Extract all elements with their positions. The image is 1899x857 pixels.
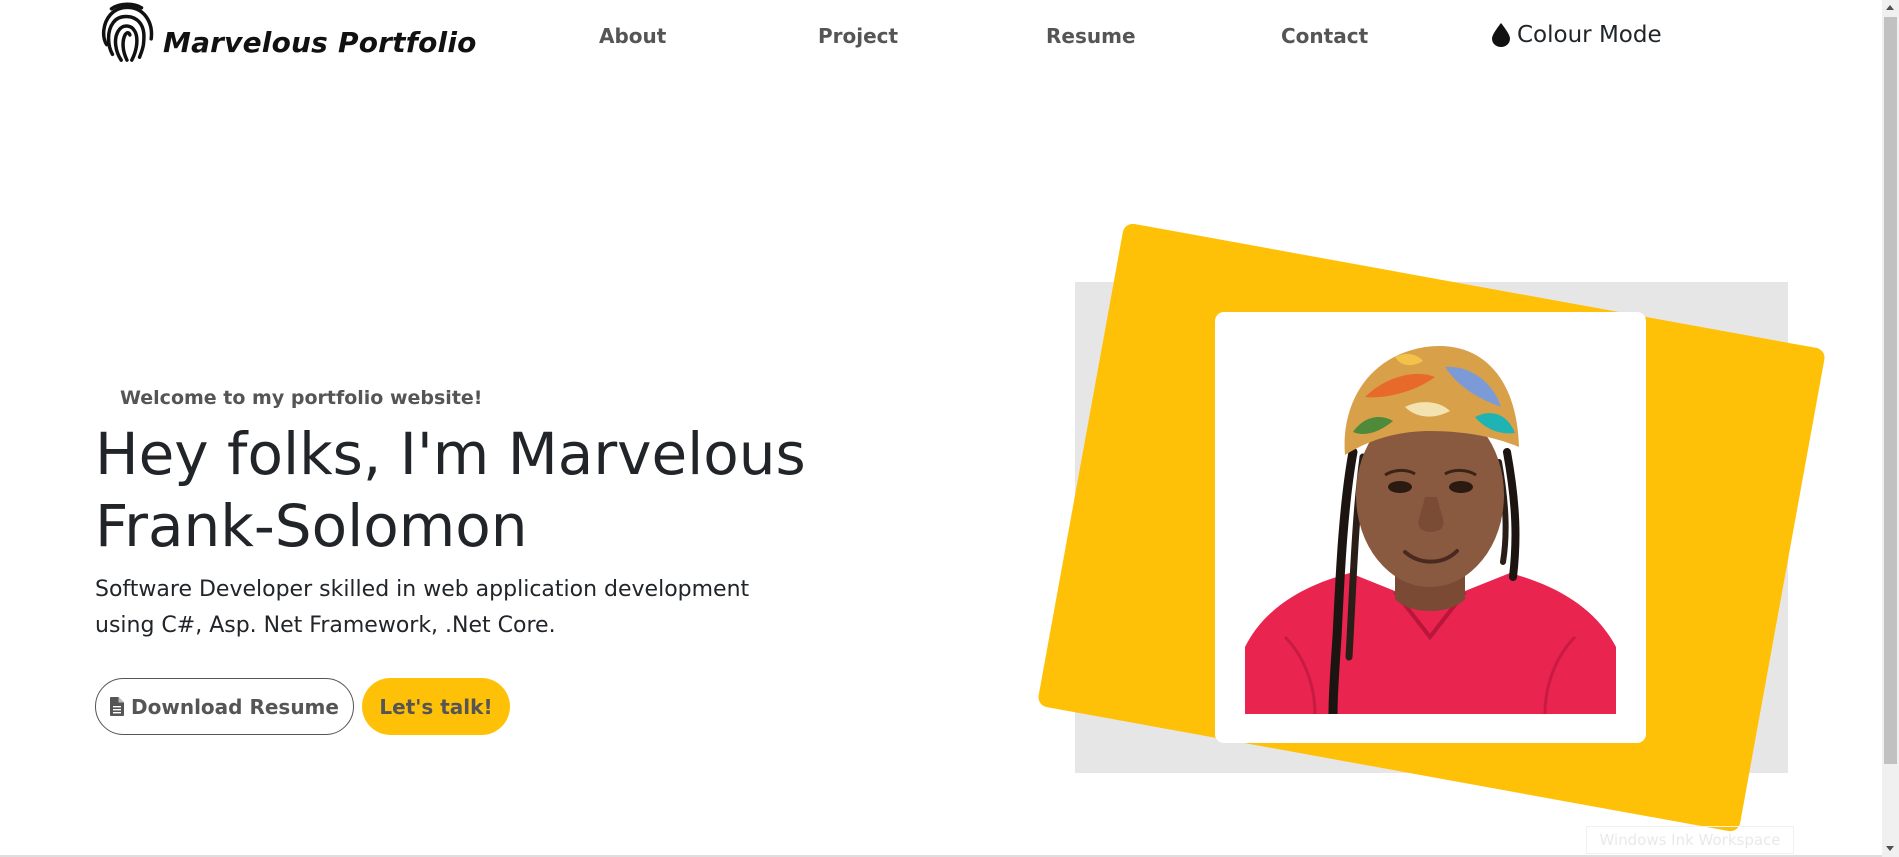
download-resume-label: Download Resume (131, 694, 339, 719)
brand-link[interactable]: Marvelous Portfolio (95, 2, 477, 64)
colour-mode-label: Colour Mode (1517, 22, 1662, 48)
nav-link-contact[interactable]: Contact (1281, 24, 1368, 48)
download-resume-button[interactable]: Download Resume (95, 678, 354, 735)
nav-link-about[interactable]: About (599, 24, 666, 48)
brand-name: Marvelous Portfolio (163, 25, 477, 59)
droplet-icon (1492, 23, 1510, 47)
file-icon (110, 697, 125, 716)
hero-title: Hey folks, I'm Marvelous Frank-Solomon (95, 420, 806, 560)
fingerprint-icon (101, 2, 154, 62)
page: Marvelous Portfolio About Project Resume… (0, 0, 1899, 857)
welcome-text: Welcome to my portfolio website! (120, 387, 483, 409)
colour-mode-toggle[interactable]: Colour Mode (1491, 22, 1662, 48)
hero-description: Software Developer skilled in web applic… (95, 577, 750, 638)
profile-portrait-illustration (1245, 345, 1616, 714)
lets-talk-button[interactable]: Let's talk! (362, 678, 510, 735)
scrollbar-thumb[interactable] (1884, 17, 1897, 764)
nav-link-resume[interactable]: Resume (1046, 24, 1136, 48)
profile-photo (1245, 337, 1616, 714)
vertical-scrollbar[interactable] (1882, 0, 1899, 857)
nav-link-project[interactable]: Project (818, 24, 898, 48)
scroll-down-arrow-icon[interactable] (1886, 846, 1894, 851)
lets-talk-label: Let's talk! (379, 694, 493, 719)
scroll-up-arrow-icon[interactable] (1886, 5, 1894, 10)
watermark-text: Windows Ink Workspace (1586, 826, 1794, 854)
